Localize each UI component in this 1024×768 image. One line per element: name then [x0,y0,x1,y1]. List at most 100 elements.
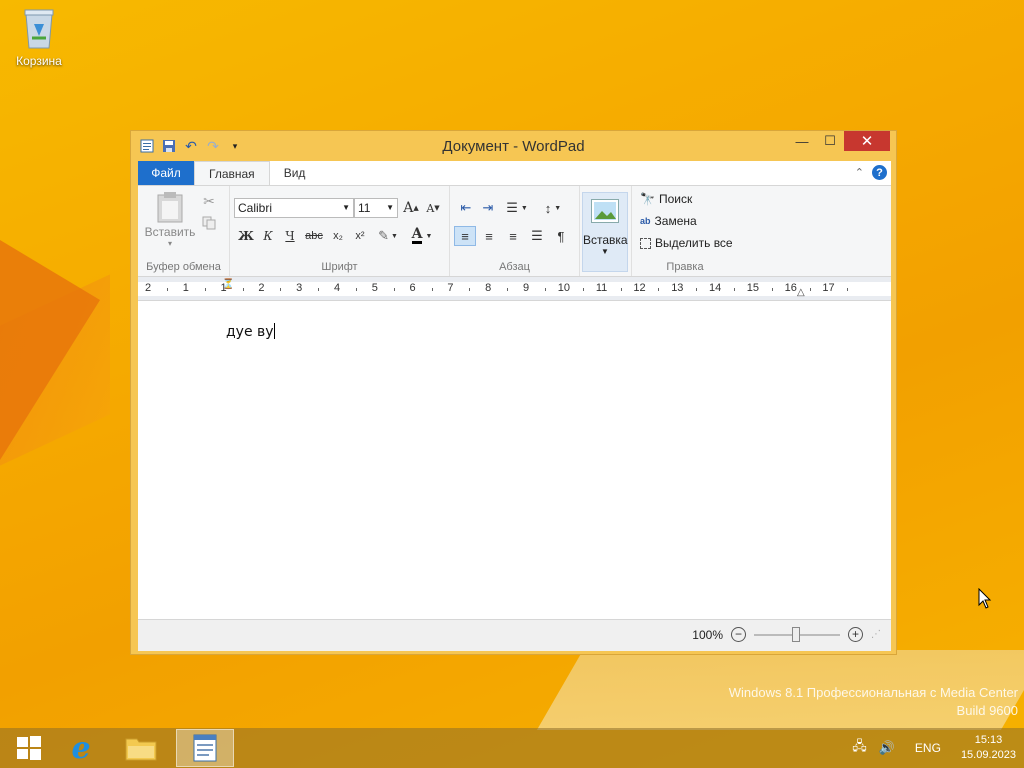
right-indent-marker[interactable]: △ [797,287,805,298]
replace-label: Замена [654,214,697,228]
ruler-tick [166,288,168,291]
resize-grip-icon[interactable]: ⋰ [871,629,881,640]
ruler-tick [507,288,509,291]
tab-view[interactable]: Вид [270,161,320,185]
ribbon-right-controls: ⌃ ? [855,165,887,180]
ruler-tick [431,288,433,291]
select-all-icon [640,237,651,249]
bold-button[interactable]: Ж [236,226,256,246]
ruler-number: 13 [671,282,684,294]
document-editor[interactable]: дуе ву [138,303,891,619]
watermark-edition: Windows 8.1 Профессиональная с Media Cen… [728,685,1018,700]
wallpaper-shape [0,240,100,460]
editing-group-label: Правка [666,261,704,273]
window-client: Файл Главная Вид ⌃ ? Вставить ▾ ✂ Буфер … [138,161,891,651]
title-bar[interactable]: ↶ ↷ ▾ Документ - WordPad — ☐ ✕ [131,131,896,161]
minimize-button[interactable]: — [788,131,816,151]
zoom-out-button[interactable]: − [731,627,746,642]
close-button[interactable]: ✕ [844,131,890,151]
ruler-tick [658,288,660,291]
language-indicator[interactable]: ENG [915,741,941,755]
ruler-number: 6 [409,282,416,294]
insert-button[interactable]: Вставка ▼ [582,192,628,272]
underline-button[interactable]: Ч [280,226,300,246]
grow-font-button[interactable]: A ▲ [402,198,420,218]
desktop-icon-recycle-bin[interactable]: Корзина [10,6,68,68]
find-button[interactable]: 🔭 Поиск [640,192,692,206]
recycle-bin-label: Корзина [16,54,62,68]
tab-home[interactable]: Главная [194,161,270,185]
paste-label: Вставить [144,224,196,239]
ruler-number: 3 [296,282,303,294]
help-icon[interactable]: ? [872,165,887,180]
ruler-tick [469,288,471,291]
first-line-indent-marker[interactable]: ⏳ [222,279,234,290]
select-all-button[interactable]: Выделить все [640,236,733,250]
ribbon: Вставить ▾ ✂ Буфер обмена Calibri ▼ 11 ▼ [138,185,891,277]
increase-indent-icon[interactable]: ⇥ [478,198,498,218]
taskbar-file-explorer[interactable] [112,729,170,767]
copy-icon[interactable] [200,214,218,232]
folder-icon [125,738,157,761]
font-family-value: Calibri [238,201,273,215]
ruler-number: 10 [557,282,571,294]
zoom-in-button[interactable]: + [848,627,863,642]
zoom-slider-thumb[interactable] [792,626,800,642]
zoom-slider[interactable] [754,626,840,642]
justify-button[interactable]: ☰ [526,226,548,246]
network-icon[interactable]: 🖧 [852,737,867,759]
binoculars-icon: 🔭 [640,192,655,206]
select-all-label: Выделить все [655,236,733,250]
subscript-button[interactable]: x₂ [328,226,348,246]
font-group-label: Шрифт [321,261,358,273]
clock[interactable]: 15:13 15.09.2023 [961,733,1016,763]
superscript-button[interactable]: x² [350,226,370,246]
font-family-select[interactable]: Calibri ▼ [234,198,354,218]
taskbar: e 🖧 🔊 ENG 15:13 15.09.2023 [0,728,1024,768]
italic-button[interactable]: К [258,226,278,246]
tab-file[interactable]: Файл [138,161,194,185]
picture-icon [591,199,619,223]
taskbar-internet-explorer[interactable]: e [52,729,110,767]
ruler-number: 2 [144,282,152,294]
align-left-button[interactable]: ≡ [454,226,476,246]
align-right-button[interactable]: ≡ [502,226,524,246]
highlight-color-button[interactable]: ✎ ▼ [374,226,402,246]
maximize-button[interactable]: ☐ [816,131,844,151]
ruler-tick [696,288,698,291]
ruler-number: 4 [333,282,341,294]
decrease-indent-icon[interactable]: ⇤ [456,198,476,218]
system-tray: 🖧 🔊 ENG 15:13 15.09.2023 [852,728,1016,768]
start-button[interactable] [0,729,58,767]
shrink-font-button[interactable]: A ▼ [424,198,442,218]
ruler[interactable]: 2 1 1 2 3 4 5 6 7 8 9 10 11 12 13 14 15 16 17 ⏳ △ [138,277,891,301]
ruler-tick [544,288,546,291]
document-text[interactable]: дуе ву [226,323,275,340]
taskbar-wordpad[interactable] [176,729,234,767]
line-spacing-button[interactable]: ↕ ▼ [538,198,568,218]
font-size-value: 11 [358,201,371,215]
paste-button[interactable]: Вставить ▾ [144,190,196,248]
clock-time: 15:13 [974,734,1003,746]
ruler-number: 12 [633,282,646,294]
minimize-ribbon-icon[interactable]: ⌃ [855,166,864,179]
ruler-number: 11 [595,282,608,294]
volume-icon[interactable]: 🔊 [879,740,895,756]
group-editing: 🔭 Поиск ab Замена Выделить все Правка [632,186,738,276]
ruler-number: 14 [709,282,722,294]
cut-icon[interactable]: ✂ [200,192,218,210]
internet-explorer-icon: e [71,730,91,766]
window-controls: — ☐ ✕ [788,131,890,151]
paragraph-settings-icon[interactable]: ¶ [550,226,572,246]
strikethrough-button[interactable]: abc [302,226,326,246]
grow-font-label: A [403,200,414,216]
shrink-font-label: A [426,201,435,215]
font-size-select[interactable]: 11 ▼ [354,198,398,218]
ruler-number: 16 [784,282,797,294]
bullets-button[interactable]: ☰ ▼ [502,198,532,218]
ruler-tick [204,288,206,291]
replace-button[interactable]: ab Замена [640,214,697,228]
wordpad-window[interactable]: ↶ ↷ ▾ Документ - WordPad — ☐ ✕ Файл Глав… [130,130,897,655]
font-color-button[interactable]: A ▼ [408,226,436,246]
align-center-button[interactable]: ≡ [478,226,500,246]
